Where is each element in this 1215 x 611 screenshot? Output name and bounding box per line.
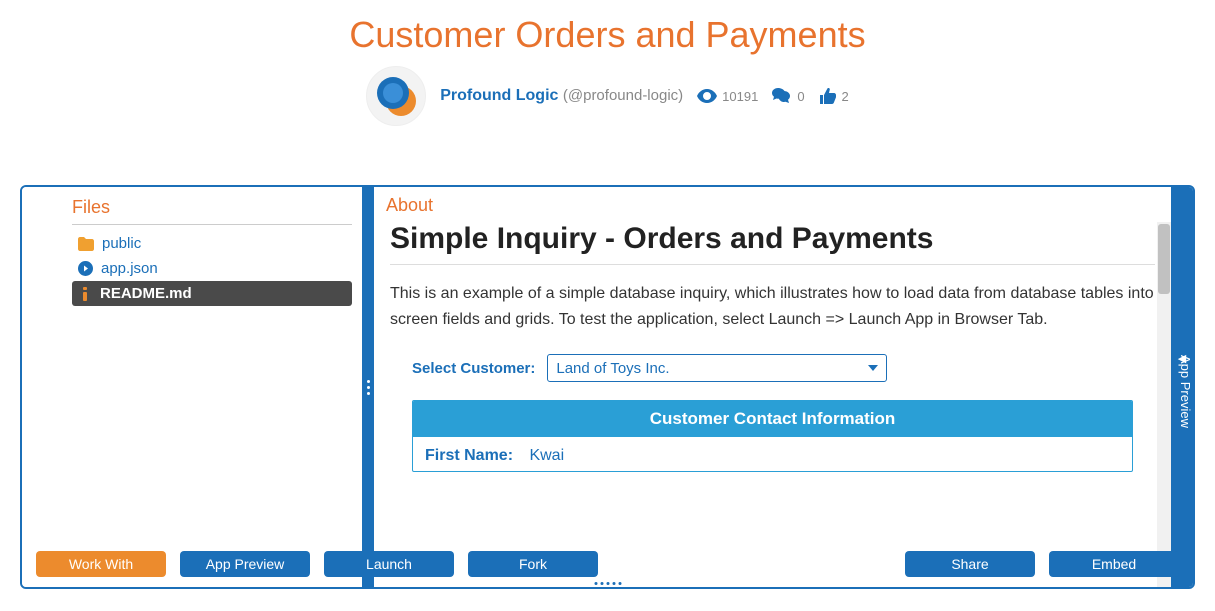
app-preview-tab[interactable]: App Preview ◀ bbox=[1171, 187, 1193, 587]
content-panel: About Simple Inquiry - Orders and Paymen… bbox=[374, 187, 1171, 587]
contact-card: Customer Contact Information First Name:… bbox=[412, 400, 1133, 472]
file-item-public[interactable]: public bbox=[72, 231, 352, 256]
files-heading: Files bbox=[72, 195, 352, 225]
file-item-appjson[interactable]: app.json bbox=[72, 256, 352, 281]
likes-stat[interactable]: 2 bbox=[819, 88, 849, 104]
author-handle: (@profound-logic) bbox=[563, 87, 683, 104]
about-heading: About bbox=[374, 187, 1171, 222]
bottom-resize-handle[interactable] bbox=[594, 582, 621, 585]
launch-button[interactable]: Launch bbox=[324, 551, 454, 577]
readme-title: Simple Inquiry - Orders and Payments bbox=[390, 222, 1155, 265]
select-customer-label: Select Customer: bbox=[412, 360, 535, 377]
views-count: 10191 bbox=[722, 89, 758, 104]
author-name[interactable]: Profound Logic bbox=[440, 87, 558, 104]
info-icon bbox=[78, 287, 92, 301]
play-circle-icon bbox=[78, 261, 93, 276]
work-with-button[interactable]: Work With bbox=[36, 551, 166, 577]
select-customer-row: Select Customer: Land of Toys Inc. bbox=[412, 354, 1155, 382]
file-item-readme[interactable]: README.md bbox=[72, 281, 352, 306]
contact-card-body: First Name: Kwai bbox=[413, 437, 1132, 471]
comments-stat[interactable]: 0 bbox=[772, 88, 804, 104]
readme-body: This is an example of a simple database … bbox=[390, 281, 1155, 332]
readme-area: Simple Inquiry - Orders and Payments Thi… bbox=[374, 222, 1171, 587]
app-preview-button[interactable]: App Preview bbox=[180, 551, 310, 577]
views-stat: 10191 bbox=[697, 89, 758, 104]
first-name-label: First Name: bbox=[425, 447, 525, 465]
author-avatar[interactable] bbox=[366, 66, 426, 126]
eye-icon bbox=[697, 89, 717, 103]
scrollbar-track[interactable] bbox=[1157, 222, 1171, 587]
comments-icon bbox=[772, 88, 792, 104]
fork-button[interactable]: Fork bbox=[468, 551, 598, 577]
left-rail bbox=[22, 187, 62, 587]
meta-row: Profound Logic (@profound-logic) 10191 0… bbox=[0, 66, 1215, 126]
chevron-down-icon bbox=[868, 365, 878, 371]
select-customer-dropdown[interactable]: Land of Toys Inc. bbox=[547, 354, 887, 382]
first-name-value: Kwai bbox=[529, 447, 564, 464]
file-label: app.json bbox=[101, 260, 158, 277]
select-value: Land of Toys Inc. bbox=[556, 360, 669, 377]
app-preview-tab-label: App Preview bbox=[1178, 355, 1193, 428]
triangle-left-icon: ◀ bbox=[1176, 352, 1189, 365]
page-title: Customer Orders and Payments bbox=[0, 14, 1215, 56]
file-label: README.md bbox=[100, 285, 192, 302]
contact-card-heading: Customer Contact Information bbox=[413, 401, 1132, 437]
likes-count: 2 bbox=[842, 89, 849, 104]
toolbar: Work With App Preview Launch Fork Share … bbox=[36, 547, 1179, 581]
files-panel: Files public app.json README.md bbox=[62, 187, 362, 587]
scrollbar-thumb[interactable] bbox=[1158, 224, 1170, 294]
file-label: public bbox=[102, 235, 141, 252]
comments-count: 0 bbox=[797, 89, 804, 104]
thumbs-up-icon bbox=[819, 88, 837, 104]
folder-icon bbox=[78, 237, 94, 251]
author-block: Profound Logic (@profound-logic) bbox=[440, 87, 683, 105]
share-button[interactable]: Share bbox=[905, 551, 1035, 577]
vertical-splitter[interactable] bbox=[362, 187, 374, 587]
embed-button[interactable]: Embed bbox=[1049, 551, 1179, 577]
workspace: Files public app.json README.md About bbox=[20, 185, 1195, 589]
